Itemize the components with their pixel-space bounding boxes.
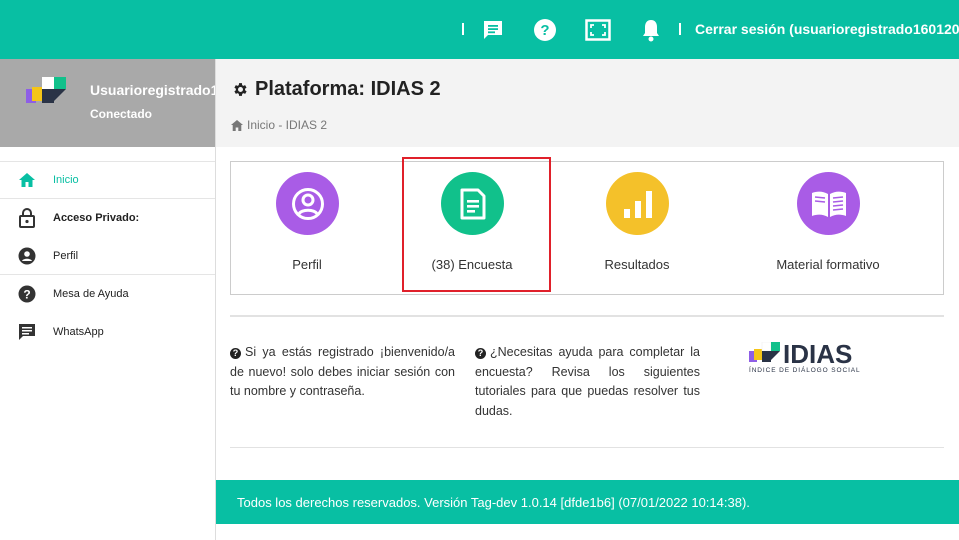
info-help-text: ¿Necesitas ayuda para completar la encue… [475, 345, 700, 418]
bar-chart-icon [606, 172, 669, 235]
sidebar-item-acceso-privado: Acceso Privado: [0, 199, 215, 237]
idias-logo-icon [749, 342, 780, 362]
sidebar-item-inicio[interactable]: Inicio [0, 161, 215, 199]
sidebar-menu: Inicio Acceso Privado: Perfil ? Mesa de … [0, 161, 215, 351]
highlight-box [402, 157, 551, 292]
card-label: Resultados [604, 257, 670, 272]
topbar-separator [462, 23, 464, 35]
topbar-separator [679, 23, 681, 35]
idias-logo: IDIAS ÍNDICE DE DIÁLOGO SOCIAL [749, 339, 869, 375]
user-name: Usuarioregistrado1 [90, 82, 215, 98]
help-icon: ? [475, 348, 486, 359]
top-bar: ? Cerrar sesión (usuarioregistrado160120… [0, 0, 959, 59]
idias-logo-word: IDIAS [783, 339, 853, 369]
help-icon[interactable]: ? [532, 17, 558, 43]
sidebar-item-label: Acceso Privado: [53, 212, 140, 224]
footer-text: Todos los derechos reservados. Versión T… [237, 494, 750, 510]
breadcrumb-text[interactable]: Inicio - IDIAS 2 [247, 118, 327, 132]
chat-icon [17, 322, 37, 342]
lock-icon [17, 208, 37, 228]
user-icon [17, 246, 37, 266]
card-perfil[interactable]: Perfil [232, 162, 382, 296]
bell-icon[interactable] [638, 17, 664, 43]
user-icon [276, 172, 339, 235]
page-bottom [216, 524, 959, 540]
sidebar-item-label: Perfil [53, 249, 79, 262]
logout-link[interactable]: Cerrar sesión (usuarioregistrado16012022… [695, 21, 959, 37]
gear-icon [232, 81, 249, 98]
svg-text:?: ? [23, 288, 30, 302]
divider [230, 447, 944, 448]
chat-icon[interactable] [480, 17, 506, 43]
breadcrumb: Inicio - IDIAS 2 [231, 118, 327, 132]
info-login-text: Si ya estás registrado ¡bienvenido/a de … [230, 345, 455, 398]
help-icon: ? [17, 284, 37, 304]
user-panel: Usuarioregistrado1 Conectado [0, 59, 215, 147]
sidebar-item-label: WhatsApp [53, 326, 104, 338]
info-login: ? Si ya estás registrado ¡bienvenido/a de… [230, 343, 455, 402]
home-icon [17, 170, 37, 190]
user-status: Conectado [90, 107, 153, 121]
sidebar-item-perfil[interactable]: Perfil [0, 237, 215, 275]
sidebar: Usuarioregistrado1 Conectado Inicio Acce… [0, 59, 216, 540]
card-resultados[interactable]: Resultados [562, 162, 712, 296]
app-logo-icon [26, 77, 68, 107]
card-label: Perfil [292, 257, 322, 272]
divider [230, 315, 944, 317]
sidebar-item-mesa-de-ayuda[interactable]: ? Mesa de Ayuda [0, 275, 215, 313]
page-title-text: Plataforma: IDIAS 2 [255, 78, 441, 100]
book-icon [797, 172, 860, 235]
page-title: Plataforma: IDIAS 2 [232, 78, 441, 101]
info-help: ? ¿Necesitas ayuda para completar la encu… [475, 343, 700, 421]
fullscreen-icon[interactable] [585, 17, 611, 43]
idias-logo-subtitle: ÍNDICE DE DIÁLOGO SOCIAL [749, 367, 861, 374]
card-label: Material formativo [776, 257, 880, 272]
home-icon [231, 119, 243, 131]
sidebar-item-label: Inicio [53, 174, 79, 186]
shortcut-cards: Perfil (38) Encuesta Resultados Material… [230, 161, 944, 295]
page-header: Plataforma: IDIAS 2 Inicio - IDIAS 2 [216, 59, 959, 147]
sidebar-item-label: Mesa de Ayuda [53, 288, 129, 300]
card-material-formativo[interactable]: Material formativo [753, 162, 903, 296]
svg-text:?: ? [540, 22, 549, 39]
main-content: Perfil (38) Encuesta Resultados Material… [216, 147, 959, 480]
footer: Todos los derechos reservados. Versión T… [216, 480, 959, 524]
help-icon: ? [230, 348, 241, 359]
sidebar-item-whatsapp[interactable]: WhatsApp [0, 313, 215, 351]
